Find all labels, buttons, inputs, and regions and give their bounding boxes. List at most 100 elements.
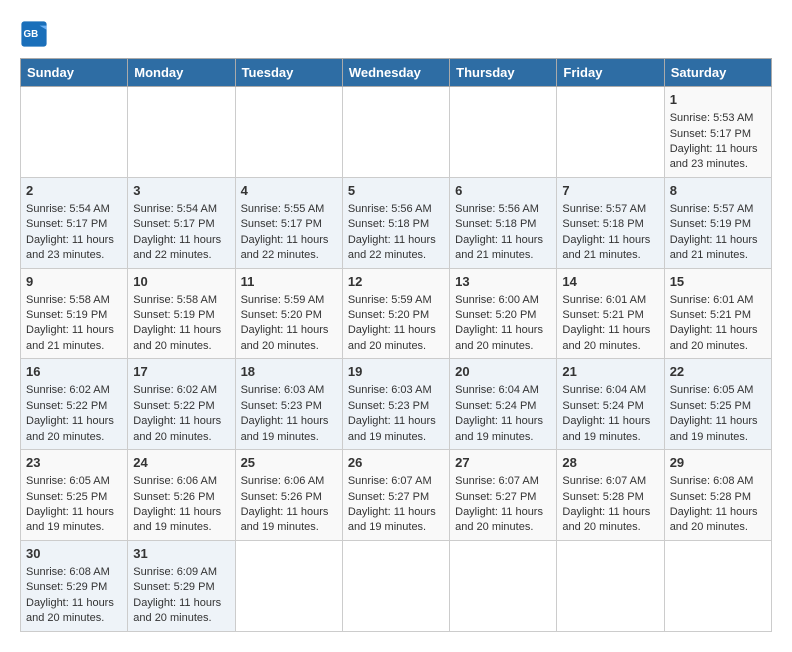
logo: GB (20, 20, 52, 48)
day-number: 28 (562, 454, 658, 472)
calendar-cell: 26 Sunrise: 6:07 AM Sunset: 5:27 PM Dayli… (342, 450, 449, 541)
svg-text:GB: GB (24, 29, 39, 40)
header-row: SundayMondayTuesdayWednesdayThursdayFrid… (21, 59, 772, 87)
day-number: 5 (348, 182, 444, 200)
calendar-cell: 16 Sunrise: 6:02 AM Sunset: 5:22 PM Dayli… (21, 359, 128, 450)
col-header-monday: Monday (128, 59, 235, 87)
day-info: Sunrise: 6:02 AM Sunset: 5:22 PM Dayligh… (26, 384, 114, 442)
day-number: 12 (348, 273, 444, 291)
col-header-saturday: Saturday (664, 59, 771, 87)
day-number: 21 (562, 363, 658, 381)
calendar-cell (342, 87, 449, 178)
day-number: 22 (670, 363, 766, 381)
col-header-wednesday: Wednesday (342, 59, 449, 87)
calendar-row: 1 Sunrise: 5:53 AM Sunset: 5:17 PM Daylig… (21, 87, 772, 178)
day-number: 6 (455, 182, 551, 200)
day-number: 27 (455, 454, 551, 472)
col-header-thursday: Thursday (450, 59, 557, 87)
calendar-row: 30Sunrise: 6:08 AM Sunset: 5:29 PM Dayli… (21, 540, 772, 631)
calendar-row: 2 Sunrise: 5:54 AM Sunset: 5:17 PM Daylig… (21, 177, 772, 268)
day-number: 14 (562, 273, 658, 291)
day-info: Sunrise: 6:05 AM Sunset: 5:25 PM Dayligh… (26, 475, 114, 533)
day-number: 17 (133, 363, 229, 381)
day-info: Sunrise: 6:04 AM Sunset: 5:24 PM Dayligh… (455, 384, 543, 442)
calendar-cell: 6 Sunrise: 5:56 AM Sunset: 5:18 PM Daylig… (450, 177, 557, 268)
day-number: 18 (241, 363, 337, 381)
day-number: 2 (26, 182, 122, 200)
day-info: Sunrise: 6:09 AM Sunset: 5:29 PM Dayligh… (133, 566, 221, 624)
day-number: 9 (26, 273, 122, 291)
page-header: GB (20, 20, 772, 48)
calendar-cell: 19 Sunrise: 6:03 AM Sunset: 5:23 PM Dayli… (342, 359, 449, 450)
day-number: 11 (241, 273, 337, 291)
calendar-cell: 24Sunrise: 6:06 AM Sunset: 5:26 PM Dayli… (128, 450, 235, 541)
day-info: Sunrise: 5:59 AM Sunset: 5:20 PM Dayligh… (241, 294, 329, 352)
calendar-cell: 23 Sunrise: 6:05 AM Sunset: 5:25 PM Dayli… (21, 450, 128, 541)
calendar-cell: 13Sunrise: 6:00 AM Sunset: 5:20 PM Dayli… (450, 268, 557, 359)
day-info: Sunrise: 5:58 AM Sunset: 5:19 PM Dayligh… (133, 294, 221, 352)
day-number: 24 (133, 454, 229, 472)
day-number: 15 (670, 273, 766, 291)
day-info: Sunrise: 6:02 AM Sunset: 5:22 PM Dayligh… (133, 384, 221, 442)
day-info: Sunrise: 6:01 AM Sunset: 5:21 PM Dayligh… (562, 294, 650, 352)
day-number: 19 (348, 363, 444, 381)
day-info: Sunrise: 5:57 AM Sunset: 5:18 PM Dayligh… (562, 203, 650, 261)
day-info: Sunrise: 6:03 AM Sunset: 5:23 PM Dayligh… (241, 384, 329, 442)
day-number: 16 (26, 363, 122, 381)
day-info: Sunrise: 6:03 AM Sunset: 5:23 PM Dayligh… (348, 384, 436, 442)
calendar-cell: 9Sunrise: 5:58 AM Sunset: 5:19 PM Daylig… (21, 268, 128, 359)
day-number: 20 (455, 363, 551, 381)
day-info: Sunrise: 5:57 AM Sunset: 5:19 PM Dayligh… (670, 203, 758, 261)
calendar-cell: 3Sunrise: 5:54 AM Sunset: 5:17 PM Daylig… (128, 177, 235, 268)
day-info: Sunrise: 6:01 AM Sunset: 5:21 PM Dayligh… (670, 294, 758, 352)
day-number: 23 (26, 454, 122, 472)
day-info: Sunrise: 6:07 AM Sunset: 5:27 PM Dayligh… (455, 475, 543, 533)
col-header-tuesday: Tuesday (235, 59, 342, 87)
day-info: Sunrise: 6:08 AM Sunset: 5:29 PM Dayligh… (26, 566, 114, 624)
calendar-cell: 25 Sunrise: 6:06 AM Sunset: 5:26 PM Dayli… (235, 450, 342, 541)
day-number: 4 (241, 182, 337, 200)
calendar-cell (557, 87, 664, 178)
day-info: Sunrise: 6:07 AM Sunset: 5:27 PM Dayligh… (348, 475, 436, 533)
calendar-table: SundayMondayTuesdayWednesdayThursdayFrid… (20, 58, 772, 632)
day-number: 1 (670, 91, 766, 109)
day-info: Sunrise: 5:54 AM Sunset: 5:17 PM Dayligh… (133, 203, 221, 261)
day-info: Sunrise: 6:04 AM Sunset: 5:24 PM Dayligh… (562, 384, 650, 442)
day-number: 31 (133, 545, 229, 563)
col-header-sunday: Sunday (21, 59, 128, 87)
day-number: 29 (670, 454, 766, 472)
calendar-row: 9 Sunrise: 5:58 AM Sunset: 5:19 PM Daylig… (21, 268, 772, 359)
calendar-cell: 14 Sunrise: 6:01 AM Sunset: 5:21 PM Dayli… (557, 268, 664, 359)
calendar-cell (235, 540, 342, 631)
day-info: Sunrise: 6:07 AM Sunset: 5:28 PM Dayligh… (562, 475, 650, 533)
calendar-cell: 22Sunrise: 6:05 AM Sunset: 5:25 PM Dayli… (664, 359, 771, 450)
calendar-cell: 28 Sunrise: 6:07 AM Sunset: 5:28 PM Dayli… (557, 450, 664, 541)
day-info: Sunrise: 6:08 AM Sunset: 5:28 PM Dayligh… (670, 475, 758, 533)
calendar-cell: 2 Sunrise: 5:54 AM Sunset: 5:17 PM Daylig… (21, 177, 128, 268)
day-info: Sunrise: 5:56 AM Sunset: 5:18 PM Dayligh… (348, 203, 436, 261)
calendar-cell: 27 Sunrise: 6:07 AM Sunset: 5:27 PM Dayli… (450, 450, 557, 541)
day-info: Sunrise: 5:56 AM Sunset: 5:18 PM Dayligh… (455, 203, 543, 261)
calendar-cell: 30Sunrise: 6:08 AM Sunset: 5:29 PM Dayli… (21, 540, 128, 631)
calendar-cell (664, 540, 771, 631)
col-header-friday: Friday (557, 59, 664, 87)
day-info: Sunrise: 5:54 AM Sunset: 5:17 PM Dayligh… (26, 203, 114, 261)
calendar-cell (450, 87, 557, 178)
calendar-cell (557, 540, 664, 631)
calendar-cell: 10 Sunrise: 5:58 AM Sunset: 5:19 PM Dayli… (128, 268, 235, 359)
calendar-row: 23 Sunrise: 6:05 AM Sunset: 5:25 PM Dayli… (21, 450, 772, 541)
day-number: 10 (133, 273, 229, 291)
calendar-cell: 15 Sunrise: 6:01 AM Sunset: 5:21 PM Dayli… (664, 268, 771, 359)
day-info: Sunrise: 5:59 AM Sunset: 5:20 PM Dayligh… (348, 294, 436, 352)
day-number: 8 (670, 182, 766, 200)
day-number: 25 (241, 454, 337, 472)
calendar-cell (450, 540, 557, 631)
day-info: Sunrise: 6:06 AM Sunset: 5:26 PM Dayligh… (241, 475, 329, 533)
day-info: Sunrise: 5:53 AM Sunset: 5:17 PM Dayligh… (670, 112, 758, 170)
calendar-cell: 31 Sunrise: 6:09 AM Sunset: 5:29 PM Dayli… (128, 540, 235, 631)
calendar-cell: 4 Sunrise: 5:55 AM Sunset: 5:17 PM Daylig… (235, 177, 342, 268)
day-number: 26 (348, 454, 444, 472)
calendar-cell (342, 540, 449, 631)
day-info: Sunrise: 5:55 AM Sunset: 5:17 PM Dayligh… (241, 203, 329, 261)
calendar-row: 16 Sunrise: 6:02 AM Sunset: 5:22 PM Dayli… (21, 359, 772, 450)
